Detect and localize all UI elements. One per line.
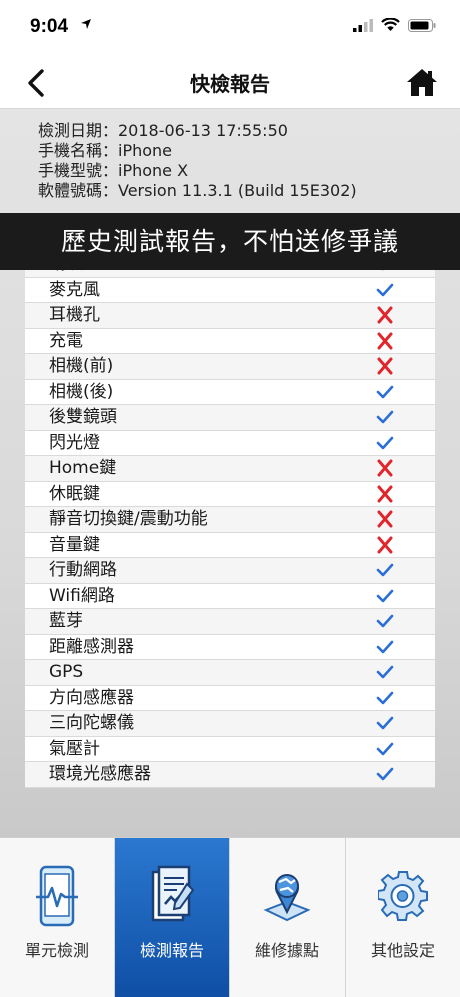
- list-item: 行動網路: [25, 558, 435, 584]
- check-icon: [376, 385, 394, 398]
- list-item: 藍芽: [25, 609, 435, 635]
- tab-divider: [114, 838, 115, 997]
- device-model: 手機型號：iPhone X: [38, 161, 189, 180]
- cross-icon: [377, 485, 393, 502]
- list-item: 氣壓計: [25, 736, 435, 762]
- item-label: 相機(前): [49, 356, 114, 376]
- page-title: 快檢報告: [190, 72, 270, 96]
- check-icon: [376, 589, 394, 602]
- home-icon[interactable]: [404, 64, 440, 100]
- software-version: 軟體號碼：Version 11.3.1 (Build 15E302): [38, 181, 357, 200]
- tab-divider: [229, 838, 230, 997]
- list-item: Home鍵: [25, 456, 435, 482]
- tab-repair-locations[interactable]: 維修據點: [230, 838, 344, 997]
- item-label: 後雙鏡頭: [49, 407, 117, 427]
- list-item: 靜音切換鍵/震動功能: [25, 507, 435, 533]
- check-icon: [376, 283, 394, 296]
- promo-banner: 歷史測試報告，不怕送修爭議: [0, 213, 460, 270]
- item-label: Wifi網路: [49, 585, 115, 606]
- list-item: 充電: [25, 328, 435, 354]
- tab-divider: [345, 838, 346, 997]
- test-result-list: 喇叭麥克風耳機孔充電相機(前)相機(後)後雙鏡頭閃光燈Home鍵休眠鍵靜音切換鍵…: [25, 252, 435, 882]
- item-label: 環境光感應器: [49, 764, 151, 784]
- device-info: 檢測日期：2018-06-13 17:55:50 手機名稱：iPhone 手機型…: [38, 121, 357, 201]
- check-icon: [376, 691, 394, 704]
- item-label: 休眠鍵: [49, 483, 100, 504]
- check-icon: [376, 716, 394, 730]
- item-label: 閃光燈: [49, 432, 100, 453]
- cross-icon: [377, 357, 393, 375]
- tab-label: 其他設定: [370, 941, 435, 960]
- list-item: 後雙鏡頭: [25, 405, 435, 431]
- location-arrow-icon: [81, 19, 91, 29]
- item-label: 行動網路: [49, 560, 117, 580]
- report-content: 檢測日期：2018-06-13 17:55:50 手機名稱：iPhone 手機型…: [0, 109, 460, 837]
- tab-label: 檢測報告: [139, 941, 204, 960]
- item-label: 方向感應器: [49, 687, 134, 708]
- cellular-signal-icon: [353, 18, 373, 32]
- check-icon: [376, 614, 394, 628]
- item-label: 耳機孔: [49, 305, 100, 325]
- list-item: 相機(前): [25, 354, 435, 380]
- item-label: 藍芽: [49, 611, 83, 631]
- list-item: 相機(後): [25, 379, 435, 405]
- list-item: 音量鍵: [25, 532, 435, 558]
- item-label: 氣壓計: [49, 738, 100, 759]
- check-icon: [376, 742, 394, 755]
- tab-label: 維修據點: [254, 941, 319, 960]
- item-label: 充電: [49, 330, 83, 351]
- check-icon: [376, 410, 394, 424]
- tab-bar: 單元檢測 檢測報告 維修據點 其他設定: [0, 837, 460, 997]
- cross-icon: [377, 459, 393, 477]
- battery-icon: [408, 18, 436, 32]
- map-pin-globe-icon: [263, 874, 311, 922]
- item-label: 麥克風: [49, 279, 100, 300]
- list-item: 方向感應器: [25, 685, 435, 711]
- check-icon: [376, 767, 394, 781]
- navigation-bar: 快檢報告: [0, 58, 460, 109]
- list-item: 麥克風: [25, 277, 435, 303]
- status-indicators: [353, 18, 436, 32]
- list-item: 休眠鍵: [25, 481, 435, 507]
- tab-test-report[interactable]: 檢測報告: [115, 838, 229, 997]
- list-item: GPS: [25, 660, 435, 686]
- list-item: 環境光感應器: [25, 762, 435, 788]
- item-label: 靜音切換鍵/震動功能: [49, 509, 208, 529]
- item-label: GPS: [49, 662, 84, 682]
- cross-icon: [377, 332, 393, 349]
- test-date: 檢測日期：2018-06-13 17:55:50: [38, 121, 288, 140]
- tab-label: 單元檢測: [24, 941, 89, 960]
- item-label: 相機(後): [49, 381, 114, 402]
- check-icon: [376, 640, 394, 653]
- item-label: 三向陀螺儀: [49, 713, 134, 733]
- check-icon: [376, 436, 394, 449]
- gear-icon: [378, 871, 428, 921]
- list-item: 耳機孔: [25, 303, 435, 329]
- phone-heartbeat-icon: [36, 865, 78, 927]
- list-item: 三向陀螺儀: [25, 711, 435, 737]
- check-icon: [376, 563, 394, 577]
- tab-other-settings[interactable]: 其他設定: [346, 838, 460, 997]
- list-item: 閃光燈: [25, 430, 435, 456]
- tab-unit-test[interactable]: 單元檢測: [0, 838, 114, 997]
- device-name: 手機名稱：iPhone: [38, 141, 173, 160]
- list-item: Wifi網路: [25, 583, 435, 609]
- wifi-icon: [381, 18, 400, 31]
- cross-icon: [377, 510, 393, 528]
- item-label: Home鍵: [49, 458, 117, 478]
- list-item: 距離感測器: [25, 634, 435, 660]
- status-bar: 9:04: [0, 0, 460, 58]
- status-time: 9:04: [30, 16, 69, 37]
- cross-icon: [377, 536, 393, 553]
- report-icon: [151, 865, 195, 922]
- check-icon: [376, 665, 394, 679]
- item-label: 音量鍵: [49, 534, 100, 555]
- cross-icon: [377, 306, 393, 324]
- item-label: 距離感測器: [49, 636, 134, 657]
